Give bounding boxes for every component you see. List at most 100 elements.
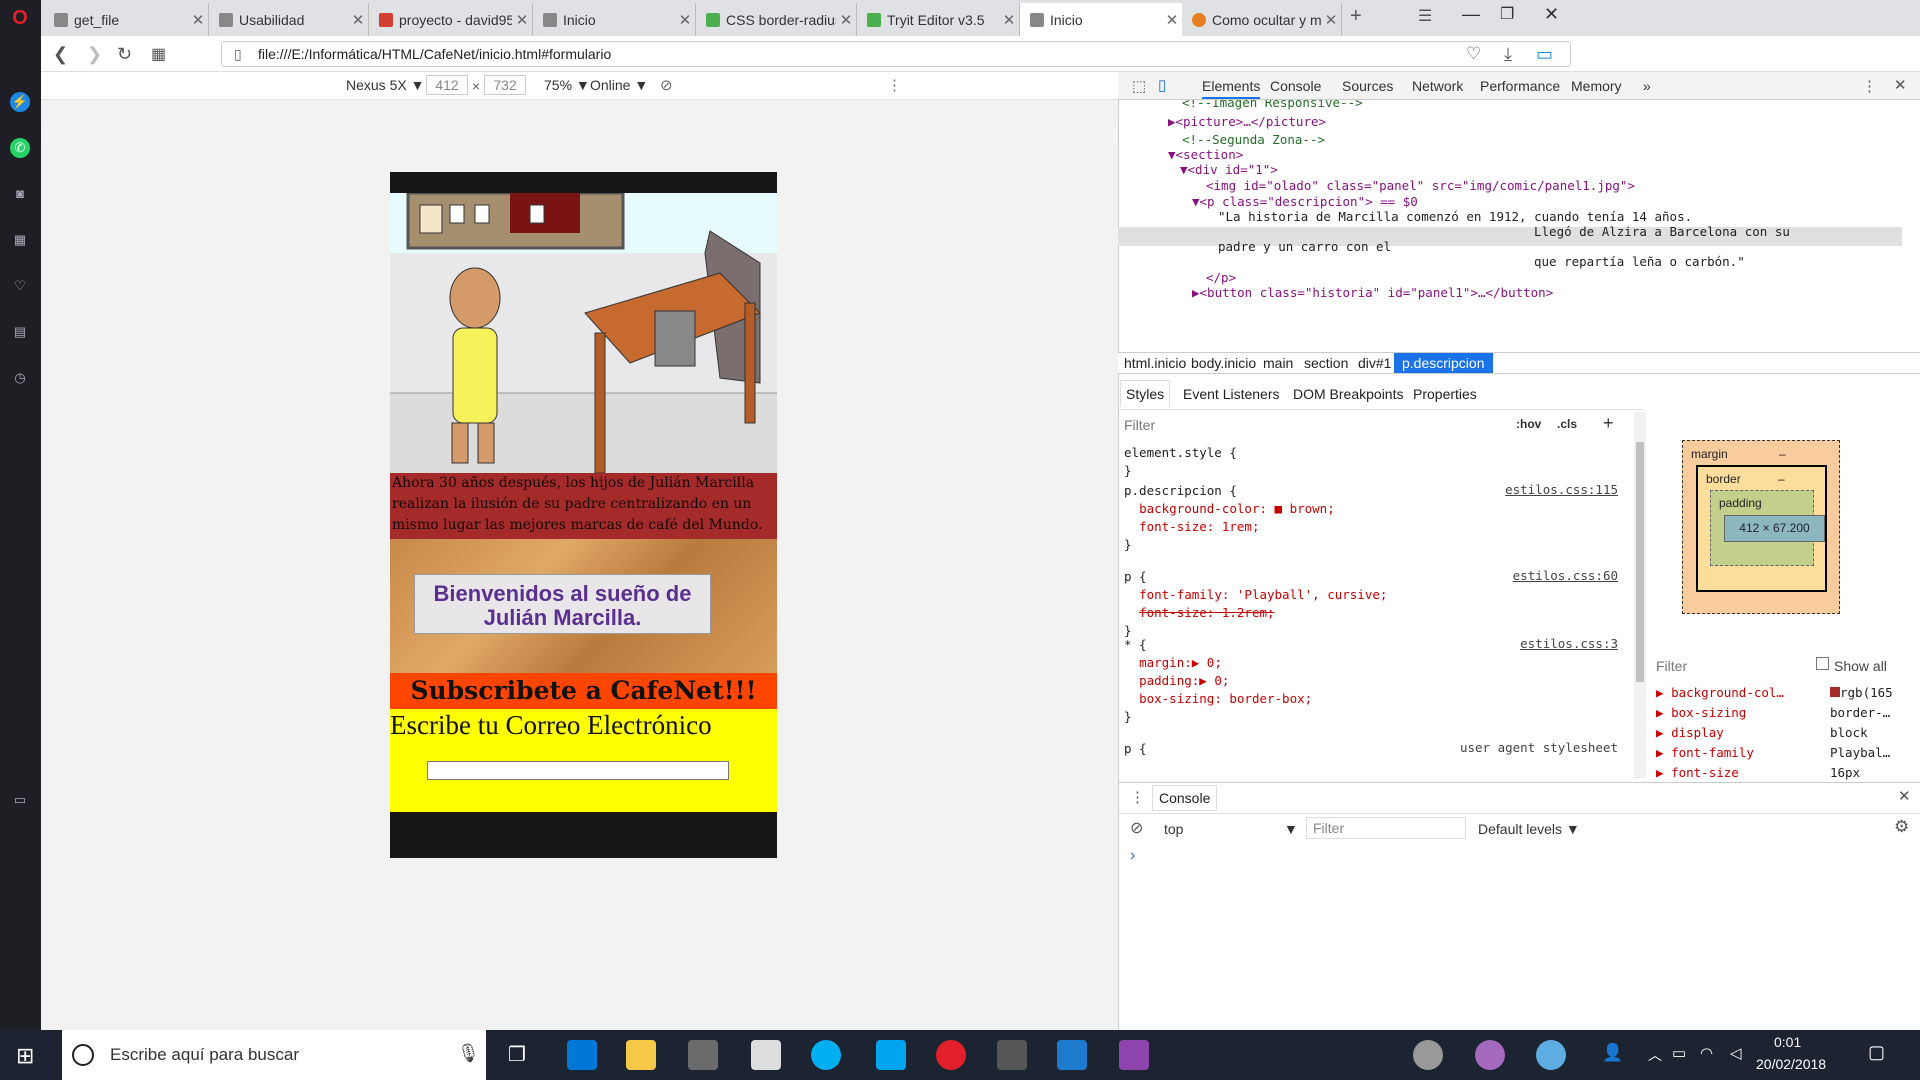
tab-como-ocultar[interactable]: Como ocultar y mo ✕: [1182, 3, 1342, 36]
news-icon[interactable]: ▤: [10, 322, 30, 342]
battery-saver-icon[interactable]: ▭: [1536, 44, 1553, 65]
inspect-icon[interactable]: ⬚: [1132, 77, 1146, 95]
stylesheet-link[interactable]: estilos.css:3: [1520, 636, 1618, 651]
tab-tryit-editor[interactable]: Tryit Editor v3.5 ✕: [857, 3, 1020, 36]
tab-proyecto[interactable]: proyecto - david95 ✕: [369, 3, 533, 36]
whatsapp-icon[interactable]: ✆: [10, 138, 30, 158]
breadcrumb-item[interactable]: body.inicio: [1191, 355, 1256, 371]
close-icon[interactable]: ✕: [1162, 11, 1182, 29]
style-rule[interactable]: p {: [1124, 740, 1147, 758]
history-icon[interactable]: ◷: [10, 368, 30, 388]
console-settings-icon[interactable]: ⚙: [1894, 817, 1909, 837]
welcome-button[interactable]: Bienvenidos al sueño de Julián Marcilla.: [414, 574, 711, 634]
chevron-down-icon[interactable]: ▼: [1284, 821, 1298, 837]
url-field[interactable]: ▯ file:///E:/Informática/HTML/CafeNet/ini…: [221, 41, 1571, 67]
bookmark-heart-icon[interactable]: ♡: [1466, 44, 1481, 64]
windows-start-icon[interactable]: ⊞: [16, 1043, 34, 1069]
console-tab[interactable]: Console: [1152, 785, 1218, 811]
opera-taskbar-icon[interactable]: [936, 1040, 966, 1070]
camera-icon[interactable]: ◙: [10, 183, 30, 203]
stylesheet-link[interactable]: estilos.css:60: [1513, 568, 1618, 583]
task-view-icon[interactable]: ❐: [508, 1042, 526, 1067]
store-icon[interactable]: [688, 1040, 718, 1070]
notifications-icon[interactable]: ▢: [1868, 1042, 1885, 1063]
breadcrumb-item[interactable]: div#1: [1358, 355, 1391, 371]
scrollbar-thumb[interactable]: [1636, 442, 1644, 682]
email-input[interactable]: [427, 761, 729, 780]
box-model-content[interactable]: 412 × 67.200: [1724, 515, 1825, 542]
styles-scrollbar[interactable]: [1634, 412, 1646, 778]
avatar[interactable]: [1475, 1040, 1505, 1070]
computed-prop[interactable]: ▶ font-size: [1656, 765, 1739, 780]
tab-console[interactable]: Console: [1270, 78, 1321, 94]
microphone-icon[interactable]: 🎙: [457, 1043, 480, 1064]
window-close-icon[interactable]: ✕: [1544, 4, 1559, 25]
dom-node[interactable]: <!--Imagen Responsive-->: [1182, 100, 1363, 112]
avatar[interactable]: [1536, 1040, 1566, 1070]
speed-dial-icon[interactable]: ▦: [10, 230, 30, 250]
zoom-select[interactable]: 75% ▼: [544, 77, 590, 93]
tab-performance[interactable]: Performance: [1480, 78, 1560, 94]
taskbar-search-box[interactable]: Escribe aquí para buscar: [62, 1030, 486, 1080]
computed-prop[interactable]: ▶ box-sizing: [1656, 705, 1746, 720]
dom-text[interactable]: que repartía leña o carbón.": [1534, 253, 1745, 271]
edge-icon[interactable]: [567, 1040, 597, 1070]
close-icon[interactable]: ✕: [512, 11, 532, 29]
vscode-icon[interactable]: [1057, 1040, 1087, 1070]
close-icon[interactable]: ✕: [1321, 11, 1341, 29]
style-rule[interactable]: * { margin:▶ 0; padding:▶ 0; box-sizing:…: [1124, 636, 1312, 726]
tab-properties[interactable]: Properties: [1413, 386, 1477, 402]
computed-prop[interactable]: ▶ background-col…: [1656, 685, 1784, 700]
console-prompt[interactable]: ›: [1130, 847, 1135, 865]
tab-network[interactable]: Network: [1412, 78, 1463, 94]
show-all-checkbox[interactable]: [1816, 657, 1829, 670]
device-height-input[interactable]: 732: [484, 75, 526, 95]
more-tabs-button[interactable]: »: [1643, 78, 1651, 94]
stylesheet-link[interactable]: estilos.css:115: [1505, 482, 1618, 497]
device-select[interactable]: Nexus 5X ▼: [346, 77, 424, 93]
close-icon[interactable]: ✕: [675, 11, 695, 29]
tab-styles[interactable]: Styles: [1120, 380, 1171, 407]
device-mode-icon[interactable]: ▯: [1158, 76, 1166, 94]
heart-icon[interactable]: ♡: [10, 276, 30, 296]
dom-node[interactable]: ▶<button class="historia" id="panel1">…<…: [1192, 284, 1553, 302]
computed-prop[interactable]: ▶ font-family: [1656, 745, 1754, 760]
close-icon[interactable]: ✕: [836, 11, 856, 29]
rotate-icon[interactable]: ⊘: [660, 76, 673, 94]
style-rule[interactable]: p.descripcion { background-color: ■ brow…: [1124, 482, 1335, 554]
computed-filter-input[interactable]: Filter: [1656, 658, 1687, 674]
people-icon[interactable]: 👤: [1602, 1043, 1623, 1063]
devtools-menu-icon[interactable]: ⋮: [1862, 77, 1877, 95]
context-select[interactable]: top: [1164, 821, 1183, 837]
back-icon[interactable]: ❮: [53, 44, 68, 65]
dom-text[interactable]: Llegó de Alzira a Barcelona con su: [1534, 223, 1790, 241]
styles-filter-input[interactable]: Filter: [1124, 417, 1155, 433]
new-tab-icon[interactable]: +: [1350, 5, 1362, 28]
wifi-icon[interactable]: ◠: [1700, 1044, 1713, 1062]
speed-dial-icon[interactable]: ▦: [151, 44, 166, 64]
app-icon[interactable]: [1119, 1040, 1149, 1070]
clock-date[interactable]: 20/02/2018: [1756, 1056, 1826, 1072]
breadcrumb-item[interactable]: html.inicio: [1124, 355, 1186, 371]
tab-inicio-1[interactable]: Inicio ✕: [533, 3, 696, 36]
hover-state-toggle[interactable]: :hov: [1516, 417, 1541, 431]
skype-icon[interactable]: [811, 1040, 841, 1070]
messenger-icon[interactable]: ⚡: [10, 92, 30, 112]
margin-top-value[interactable]: –: [1779, 447, 1786, 461]
border-top-value[interactable]: –: [1778, 472, 1785, 486]
breadcrumb-item[interactable]: main: [1263, 355, 1293, 371]
tab-dom-breakpoints[interactable]: DOM Breakpoints: [1293, 386, 1403, 402]
breadcrumb-item[interactable]: section: [1304, 355, 1348, 371]
forward-icon[interactable]: ❯: [87, 44, 102, 65]
tab-inicio-active[interactable]: Inicio ✕: [1020, 3, 1182, 36]
tab-menu-icon[interactable]: ☰: [1418, 6, 1432, 26]
drawer-menu-icon[interactable]: ⋮: [1130, 788, 1145, 806]
more-options-icon[interactable]: ⋮: [887, 76, 902, 94]
computed-prop[interactable]: ▶ display: [1656, 725, 1724, 740]
mail-icon[interactable]: [751, 1040, 781, 1070]
tab-elements[interactable]: Elements: [1202, 78, 1261, 99]
devtools-close-icon[interactable]: ✕: [1894, 76, 1907, 94]
game-icon[interactable]: [997, 1040, 1027, 1070]
opera-logo-icon[interactable]: O: [10, 7, 30, 29]
windows-app-icon[interactable]: [876, 1040, 906, 1070]
